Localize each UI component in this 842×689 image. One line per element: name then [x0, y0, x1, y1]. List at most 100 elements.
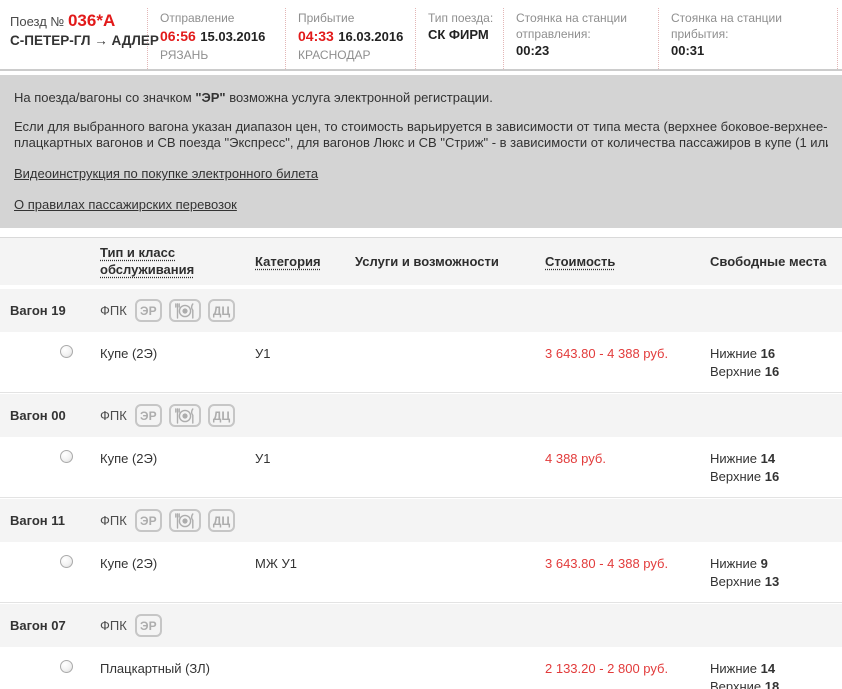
column-category[interactable]: Категория [255, 254, 321, 269]
electronic-registration-badge: ЭР [135, 614, 162, 637]
wagon-class-row: Купе (2Э) МЖ У1 3 643.80 - 4 388 руб. Нижни… [0, 542, 842, 603]
wagon-name: Вагон 11 [10, 513, 65, 528]
stop-arrival-block: Стоянка на станции прибытия: 00:31 [659, 8, 838, 69]
video-instruction-link[interactable]: Видеоинструкция по покупке электронного … [14, 166, 318, 181]
er-notice-prefix: На поезда/вагоны со значком [14, 90, 195, 105]
seat-count-line: Нижние 14 [710, 660, 842, 678]
wagon-badges: ЭР ДЦ [135, 299, 235, 322]
wagon-section: Вагон 07 ФПК ЭР Плацкартный (ЗЛ) 2 133.20 - … [0, 604, 842, 689]
free-seats-cell: Нижние 16Верхние 16 [710, 345, 842, 381]
electronic-registration-badge: ЭР [135, 404, 162, 427]
free-seats-cell: Нижние 14Верхние 18Нижние боковые 9Верхн… [710, 660, 842, 689]
arrival-block: Прибытие 04:33 16.03.2016 КРАСНОДАР [286, 8, 416, 69]
train-type-label: Тип поезда: [428, 10, 497, 26]
seat-count-line: Верхние 16 [710, 363, 842, 381]
column-free-seats: Свободные места [710, 254, 827, 269]
category-value: У1 [255, 451, 271, 466]
er-notice-suffix: возможна услуга электронной регистрации. [226, 90, 493, 105]
price-notice-line1: Если для выбранного вагона указан диапаз… [14, 119, 828, 135]
notice-box: На поезда/вагоны со значком "ЭР" возможн… [0, 75, 842, 228]
seat-count-line: Верхние 18 [710, 678, 842, 689]
carrier-label: ФПК [100, 513, 127, 528]
wagon-list: Вагон 19 ФПК ЭР ДЦ Купе (2Э) У1 3 643.80 - 4 3… [0, 289, 842, 689]
stop-arrival-label: Стоянка на станции прибытия: [671, 10, 831, 42]
service-class: Купе (2Э) [100, 556, 157, 571]
arrival-date: 16.03.2016 [338, 29, 403, 44]
wagon-header-row: Вагон 11 ФПК ЭР ДЦ [0, 499, 842, 542]
service-class: Купе (2Э) [100, 451, 157, 466]
seat-class-radio[interactable] [60, 660, 73, 673]
wagon-class-row: Плацкартный (ЗЛ) 2 133.20 - 2 800 руб. Ниж… [0, 647, 842, 689]
seat-class-radio[interactable] [60, 345, 73, 358]
wagon-name: Вагон 07 [10, 618, 66, 633]
train-number-label: Поезд № [10, 14, 64, 29]
departure-label: Отправление [160, 10, 279, 26]
electronic-registration-badge: ЭР [135, 299, 162, 322]
wagon-name: Вагон 00 [10, 408, 66, 423]
arrival-label: Прибытие [298, 10, 409, 26]
service-class: Плацкартный (ЗЛ) [100, 661, 210, 676]
dynamic-pricing-badge: ДЦ [208, 509, 235, 532]
table-header-row: Тип и класс обслуживания Категория Услуг… [0, 237, 842, 288]
dining-icon [169, 509, 201, 532]
price-value: 3 643.80 - 4 388 руб. [545, 346, 668, 361]
train-type-value: СК ФИРМ [428, 26, 497, 44]
price-notice-line2: плацкартных вагонов и СВ поезда "Экспрес… [14, 135, 828, 151]
arrival-time: 04:33 [298, 28, 334, 44]
seat-count-line: Верхние 16 [710, 468, 842, 486]
dynamic-pricing-badge: ДЦ [208, 299, 235, 322]
stop-arrival-value: 00:31 [671, 42, 831, 60]
wagon-section: Вагон 19 ФПК ЭР ДЦ Купе (2Э) У1 3 643.80 - 4 3… [0, 289, 842, 393]
free-seats-cell: Нижние 9Верхние 13 [710, 555, 842, 591]
price-value: 2 133.20 - 2 800 руб. [545, 661, 668, 676]
free-seats-cell: Нижние 14Верхние 16 [710, 450, 842, 486]
wagon-table: Тип и класс обслуживания Категория Услуг… [0, 237, 842, 689]
price-value: 4 388 руб. [545, 451, 606, 466]
er-notice-badge-text: "ЭР" [195, 90, 225, 105]
seat-count-line: Нижние 14 [710, 450, 842, 468]
passenger-rules-link[interactable]: О правилах пассажирских перевозок [14, 197, 237, 212]
dining-icon [169, 404, 201, 427]
wagon-header-row: Вагон 07 ФПК ЭР [0, 604, 842, 647]
seat-count-line: Нижние 9 [710, 555, 842, 573]
category-value: МЖ У1 [255, 556, 297, 571]
seat-class-radio[interactable] [60, 450, 73, 463]
stop-departure-value: 00:23 [516, 42, 652, 60]
wagon-class-row: Купе (2Э) У1 4 388 руб. Нижние 14Верхние 16 [0, 437, 842, 498]
carrier-label: ФПК [100, 303, 127, 318]
column-price[interactable]: Стоимость [545, 254, 615, 269]
price-value: 3 643.80 - 4 388 руб. [545, 556, 668, 571]
wagon-section: Вагон 11 ФПК ЭР ДЦ Купе (2Э) МЖ У1 3 643.80 - … [0, 499, 842, 603]
seat-count-line: Верхние 13 [710, 573, 842, 591]
wagon-class-row: Купе (2Э) У1 3 643.80 - 4 388 руб. Нижние 1… [0, 332, 842, 393]
dining-icon [169, 299, 201, 322]
electronic-registration-badge: ЭР [135, 509, 162, 532]
train-info-header: Поезд № 036*А С-ПЕТЕР-ГЛ → АДЛЕР Отправл… [0, 0, 842, 71]
train-number-block: Поезд № 036*А С-ПЕТЕР-ГЛ → АДЛЕР [0, 8, 148, 69]
arrival-station: КРАСНОДАР [298, 47, 409, 63]
stop-departure-block: Стоянка на станции отправления: 00:23 [504, 8, 659, 69]
seat-count-line: Нижние 16 [710, 345, 842, 363]
departure-station: РЯЗАНЬ [160, 47, 279, 63]
column-type-class[interactable]: Тип и класс обслуживания [100, 244, 218, 278]
dynamic-pricing-badge: ДЦ [208, 404, 235, 427]
column-services: Услуги и возможности [355, 254, 499, 269]
departure-block: Отправление 06:56 15.03.2016 РЯЗАНЬ [148, 8, 286, 69]
carrier-label: ФПК [100, 408, 127, 423]
wagon-name: Вагон 19 [10, 303, 66, 318]
wagon-badges: ЭР ДЦ [135, 404, 235, 427]
departure-date: 15.03.2016 [200, 29, 265, 44]
wagon-header-row: Вагон 19 ФПК ЭР ДЦ [0, 289, 842, 332]
category-value: У1 [255, 346, 271, 361]
departure-time: 06:56 [160, 28, 196, 44]
wagon-badges: ЭР ДЦ [135, 509, 235, 532]
price-range-notice: Если для выбранного вагона указан диапаз… [14, 119, 828, 151]
wagon-badges: ЭР [135, 614, 162, 637]
stop-departure-label: Стоянка на станции отправления: [516, 10, 652, 42]
er-notice-text: На поезда/вагоны со значком "ЭР" возможн… [14, 90, 828, 106]
wagon-header-row: Вагон 00 ФПК ЭР ДЦ [0, 394, 842, 437]
service-class: Купе (2Э) [100, 346, 157, 361]
train-route: С-ПЕТЕР-ГЛ → АДЛЕР [10, 33, 141, 48]
seat-class-radio[interactable] [60, 555, 73, 568]
carrier-label: ФПК [100, 618, 127, 633]
